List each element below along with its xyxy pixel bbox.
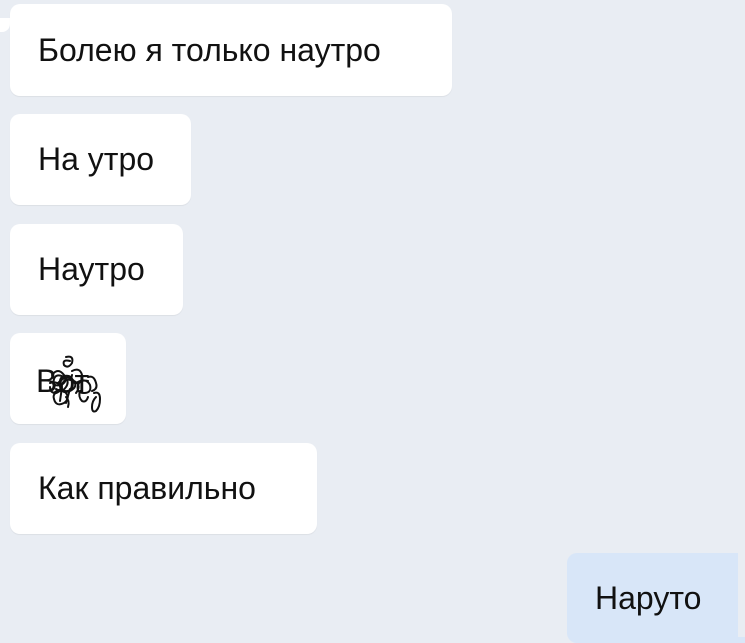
outgoing-bubble-tail <box>738 553 745 637</box>
previous-bubble-tail <box>0 18 10 32</box>
message-bubble-incoming[interactable]: Болею я только наутро <box>10 4 452 96</box>
message-bubble-incoming[interactable]: На утро <box>10 114 191 205</box>
message-bubble-incoming[interactable]: Наутро <box>10 224 183 315</box>
scribble-overlay <box>49 355 101 412</box>
message-bubble-incoming-scribbled[interactable]: Вот <box>10 333 126 424</box>
message-text: Как правильно <box>38 470 256 506</box>
message-text: На утро <box>38 141 155 177</box>
message-text: Наутро <box>38 251 145 287</box>
message-bubble-incoming[interactable]: Как правильно <box>10 443 317 534</box>
message-text: Наруто <box>595 579 702 616</box>
message-bubble-outgoing[interactable]: Наруто <box>567 553 745 643</box>
chat-message-list: Болею я только наутро На утро Наутро Вот <box>0 0 745 643</box>
scribbled-text: Вот <box>36 353 106 412</box>
message-text: Болею я только наутро <box>38 31 381 68</box>
